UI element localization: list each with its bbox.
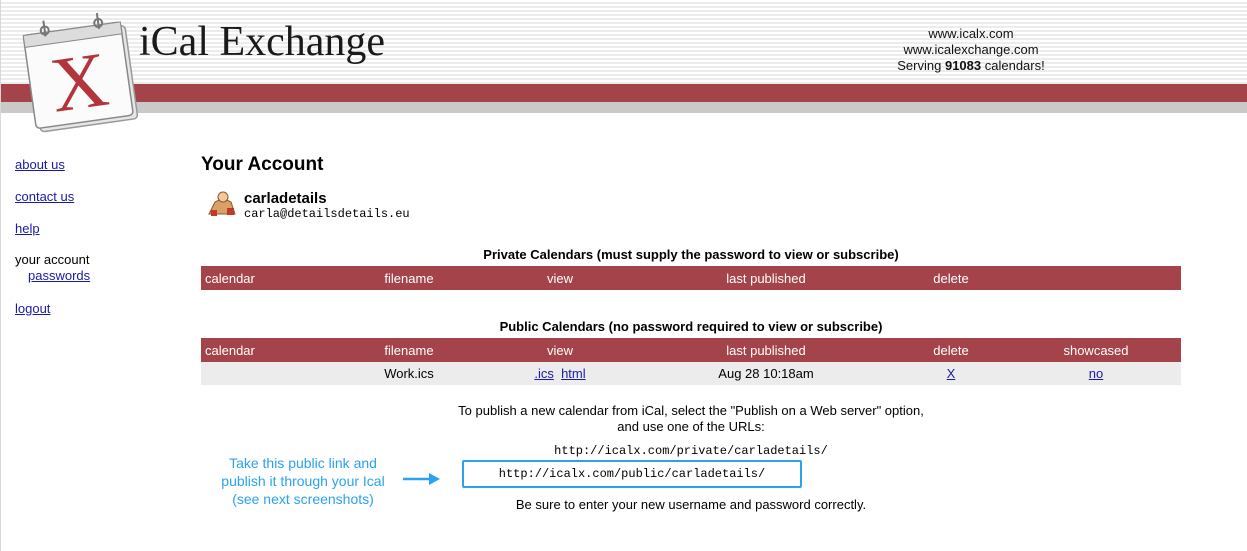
public-table-header: calendar filename view last published de…	[201, 338, 1181, 362]
sidebar-link-help[interactable]: help	[15, 221, 40, 236]
header-red-band	[1, 84, 1247, 102]
view-html-link[interactable]: html	[561, 366, 586, 381]
user-avatar-icon	[205, 188, 239, 220]
public-calendars-table: calendar filename view last published de…	[201, 338, 1181, 385]
site-url-2: www.icalexchange.com	[903, 42, 1039, 57]
publish-instructions-line1: To publish a new calendar from iCal, sel…	[458, 403, 924, 418]
annotation-line3: (see next screenshots)	[232, 491, 374, 507]
sidebar-link-contact-us[interactable]: contact us	[15, 189, 74, 204]
page-title: Your Account	[201, 154, 324, 175]
private-col-delete: delete	[891, 266, 1011, 290]
private-calendars-table: calendar filename view last published de…	[201, 266, 1181, 290]
public-col-delete: delete	[891, 338, 1011, 362]
cell-filename: Work.ics	[339, 362, 479, 385]
cell-last-published: Aug 28 10:18am	[641, 362, 891, 385]
private-col-filename: filename	[339, 266, 479, 290]
public-col-last-published: last published	[641, 338, 891, 362]
site-info: www.icalx.com www.icalexchange.com Servi…	[821, 26, 1121, 74]
public-col-calendar: calendar	[201, 338, 339, 362]
private-col-view: view	[479, 266, 641, 290]
public-calendars-title: Public Calendars (no password required t…	[499, 319, 883, 334]
site-url-1: www.icalx.com	[928, 26, 1014, 41]
cell-calendar	[201, 362, 339, 385]
annotation-line2: publish it through your Ical	[221, 473, 385, 489]
private-col-empty	[1011, 266, 1181, 290]
cell-showcased: no	[1011, 362, 1181, 385]
sidebar-your-account-label: your account	[15, 252, 90, 267]
private-col-calendar: calendar	[201, 266, 339, 290]
publish-instructions: To publish a new calendar from iCal, sel…	[201, 403, 1181, 435]
cell-view: .ics html	[479, 362, 641, 385]
public-url-highlight: http://icalx.com/public/carladetails/	[462, 460, 802, 488]
publish-instructions-line2: and use one of the URLs:	[617, 419, 765, 434]
user-email: carla@detailsdetails.eu	[244, 207, 410, 221]
public-col-showcased: showcased	[1011, 338, 1181, 362]
public-col-filename: filename	[339, 338, 479, 362]
svg-text:X: X	[45, 35, 113, 129]
annotation-line1: Take this public link and	[229, 455, 377, 471]
arrow-right-icon	[403, 473, 440, 485]
annotation-note: Take this public link and publish it thr…	[213, 454, 393, 508]
header-grey-band	[1, 102, 1247, 113]
username: carladetails	[244, 190, 327, 207]
sidebar-link-passwords[interactable]: passwords	[28, 268, 90, 283]
delete-link[interactable]: X	[947, 366, 956, 381]
private-col-last-published: last published	[641, 266, 891, 290]
sidebar-link-about-us[interactable]: about us	[15, 157, 65, 172]
cell-delete: X	[891, 362, 1011, 385]
public-col-view: view	[479, 338, 641, 362]
serving-count: Serving 91083 calendars!	[897, 58, 1045, 73]
view-ics-link[interactable]: .ics	[534, 366, 554, 381]
sidebar-nav: about us contact us help your account pa…	[15, 156, 90, 332]
table-row: Work.ics .ics html Aug 28 10:18am X no	[201, 362, 1181, 385]
ical-x-logo-icon: X	[22, 12, 139, 133]
private-table-header: calendar filename view last published de…	[201, 266, 1181, 290]
sidebar-link-logout[interactable]: logout	[15, 301, 50, 316]
logo-title: iCal Exchange	[139, 19, 386, 65]
private-calendars-title: Private Calendars (must supply the passw…	[483, 247, 899, 262]
showcased-toggle-link[interactable]: no	[1089, 366, 1103, 381]
